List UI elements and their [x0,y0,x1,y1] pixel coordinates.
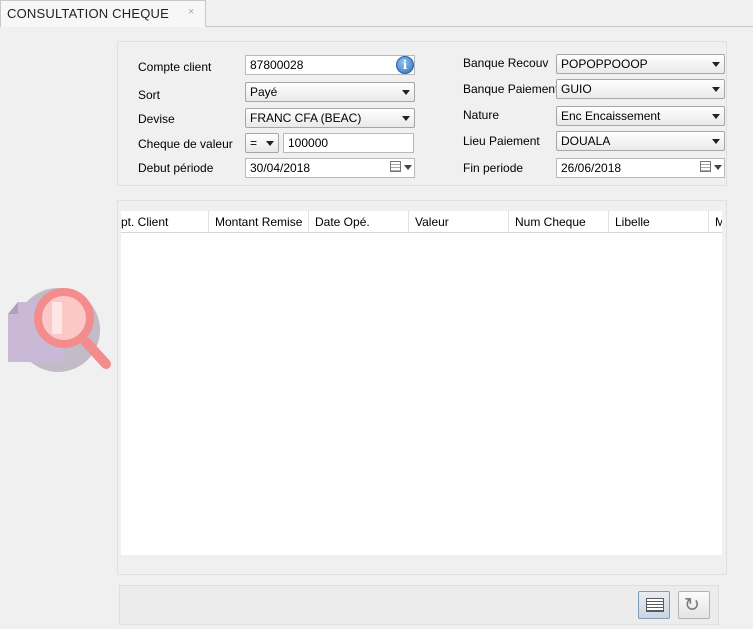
calendar-dropdown-button[interactable] [390,161,412,175]
calendar-dropdown-button[interactable] [700,161,722,175]
column-header-m[interactable]: M [709,211,722,233]
label-lieu-paiement: Lieu Paiement [463,134,540,148]
tab-close-icon[interactable]: × [188,6,194,18]
results-panel: pt. Client Montant Remise Date Opé. Vale… [117,200,727,575]
nature-value: Enc Encaissement [561,109,661,123]
cheque-operator-value: = [250,136,258,150]
label-fin-periode: Fin periode [463,161,524,175]
fin-periode-value: 26/06/2018 [561,161,622,175]
nature-select[interactable]: Enc Encaissement [556,106,725,126]
column-header-valeur[interactable]: Valeur [409,211,509,233]
chevron-down-icon [712,87,720,92]
label-banque-recouv: Banque Recouv [463,56,549,70]
results-grid[interactable]: pt. Client Montant Remise Date Opé. Vale… [121,211,722,555]
compte-client-value: 87800028 [250,58,304,72]
search-document-icon [6,282,116,374]
sort-select[interactable]: Payé [245,82,415,102]
filter-panel: Compte client 87800028 i Sort Payé Devis… [117,41,727,186]
column-header-num-cheque[interactable]: Num Cheque [509,211,609,233]
column-header-montant-remise[interactable]: Montant Remise [209,211,309,233]
chevron-down-icon [402,116,410,121]
chevron-down-icon [402,90,410,95]
compte-client-input[interactable]: 87800028 i [245,55,415,75]
tab-consultation-cheque[interactable]: CONSULTATION CHEQUE × [0,0,206,27]
lieu-paiement-value: DOUALA [561,134,611,148]
label-nature: Nature [463,108,500,122]
grid-header: pt. Client Montant Remise Date Opé. Vale… [121,211,722,233]
label-sort: Sort [138,88,161,102]
cheque-operator-select[interactable]: = [245,133,279,153]
lieu-paiement-select[interactable]: DOUALA [556,131,725,151]
devise-value: FRANC CFA (BEAC) [250,111,362,125]
chevron-down-icon [712,139,720,144]
label-compte-client: Compte client [138,60,212,74]
chevron-down-icon [712,62,720,67]
refresh-icon: ↻ [684,594,700,616]
refresh-button[interactable]: ↻ [678,591,710,619]
label-debut-periode: Debut période [138,161,214,175]
cheque-valeur-input[interactable]: 100000 [283,133,414,153]
devise-select[interactable]: FRANC CFA (BEAC) [245,108,415,128]
calendar-icon [390,161,401,172]
calendar-icon [700,161,711,172]
chevron-down-icon [712,114,720,119]
chevron-down-icon [266,141,274,146]
column-header-compte-client[interactable]: pt. Client [121,211,209,233]
label-cheque-valeur: Cheque de valeur [138,137,233,151]
column-header-date-ope[interactable]: Date Opé. [309,211,409,233]
banque-paiement-value: GUIO [561,82,592,96]
debut-periode-value: 30/04/2018 [250,161,311,175]
fin-periode-input[interactable]: 26/06/2018 [556,158,725,178]
list-view-button[interactable] [638,591,670,619]
info-icon[interactable]: i [396,56,414,74]
sort-value: Payé [250,85,278,99]
label-banque-paiement: Banque Paiement [463,82,559,96]
chevron-down-icon [714,165,722,170]
column-header-libelle[interactable]: Libelle [609,211,709,233]
chevron-down-icon [404,165,412,170]
label-devise: Devise [138,112,175,126]
tab-title: CONSULTATION CHEQUE [7,6,169,21]
cheque-valeur-value: 100000 [288,136,329,150]
banque-paiement-select[interactable]: GUIO [556,79,725,99]
list-view-icon [646,598,664,612]
banque-recouv-value: POPOPPOOOP [561,57,648,71]
banque-recouv-select[interactable]: POPOPPOOOP [556,54,725,74]
debut-periode-input[interactable]: 30/04/2018 [245,158,415,178]
action-bar: ↻ [119,585,719,625]
tab-bar: CONSULTATION CHEQUE × [0,0,753,27]
